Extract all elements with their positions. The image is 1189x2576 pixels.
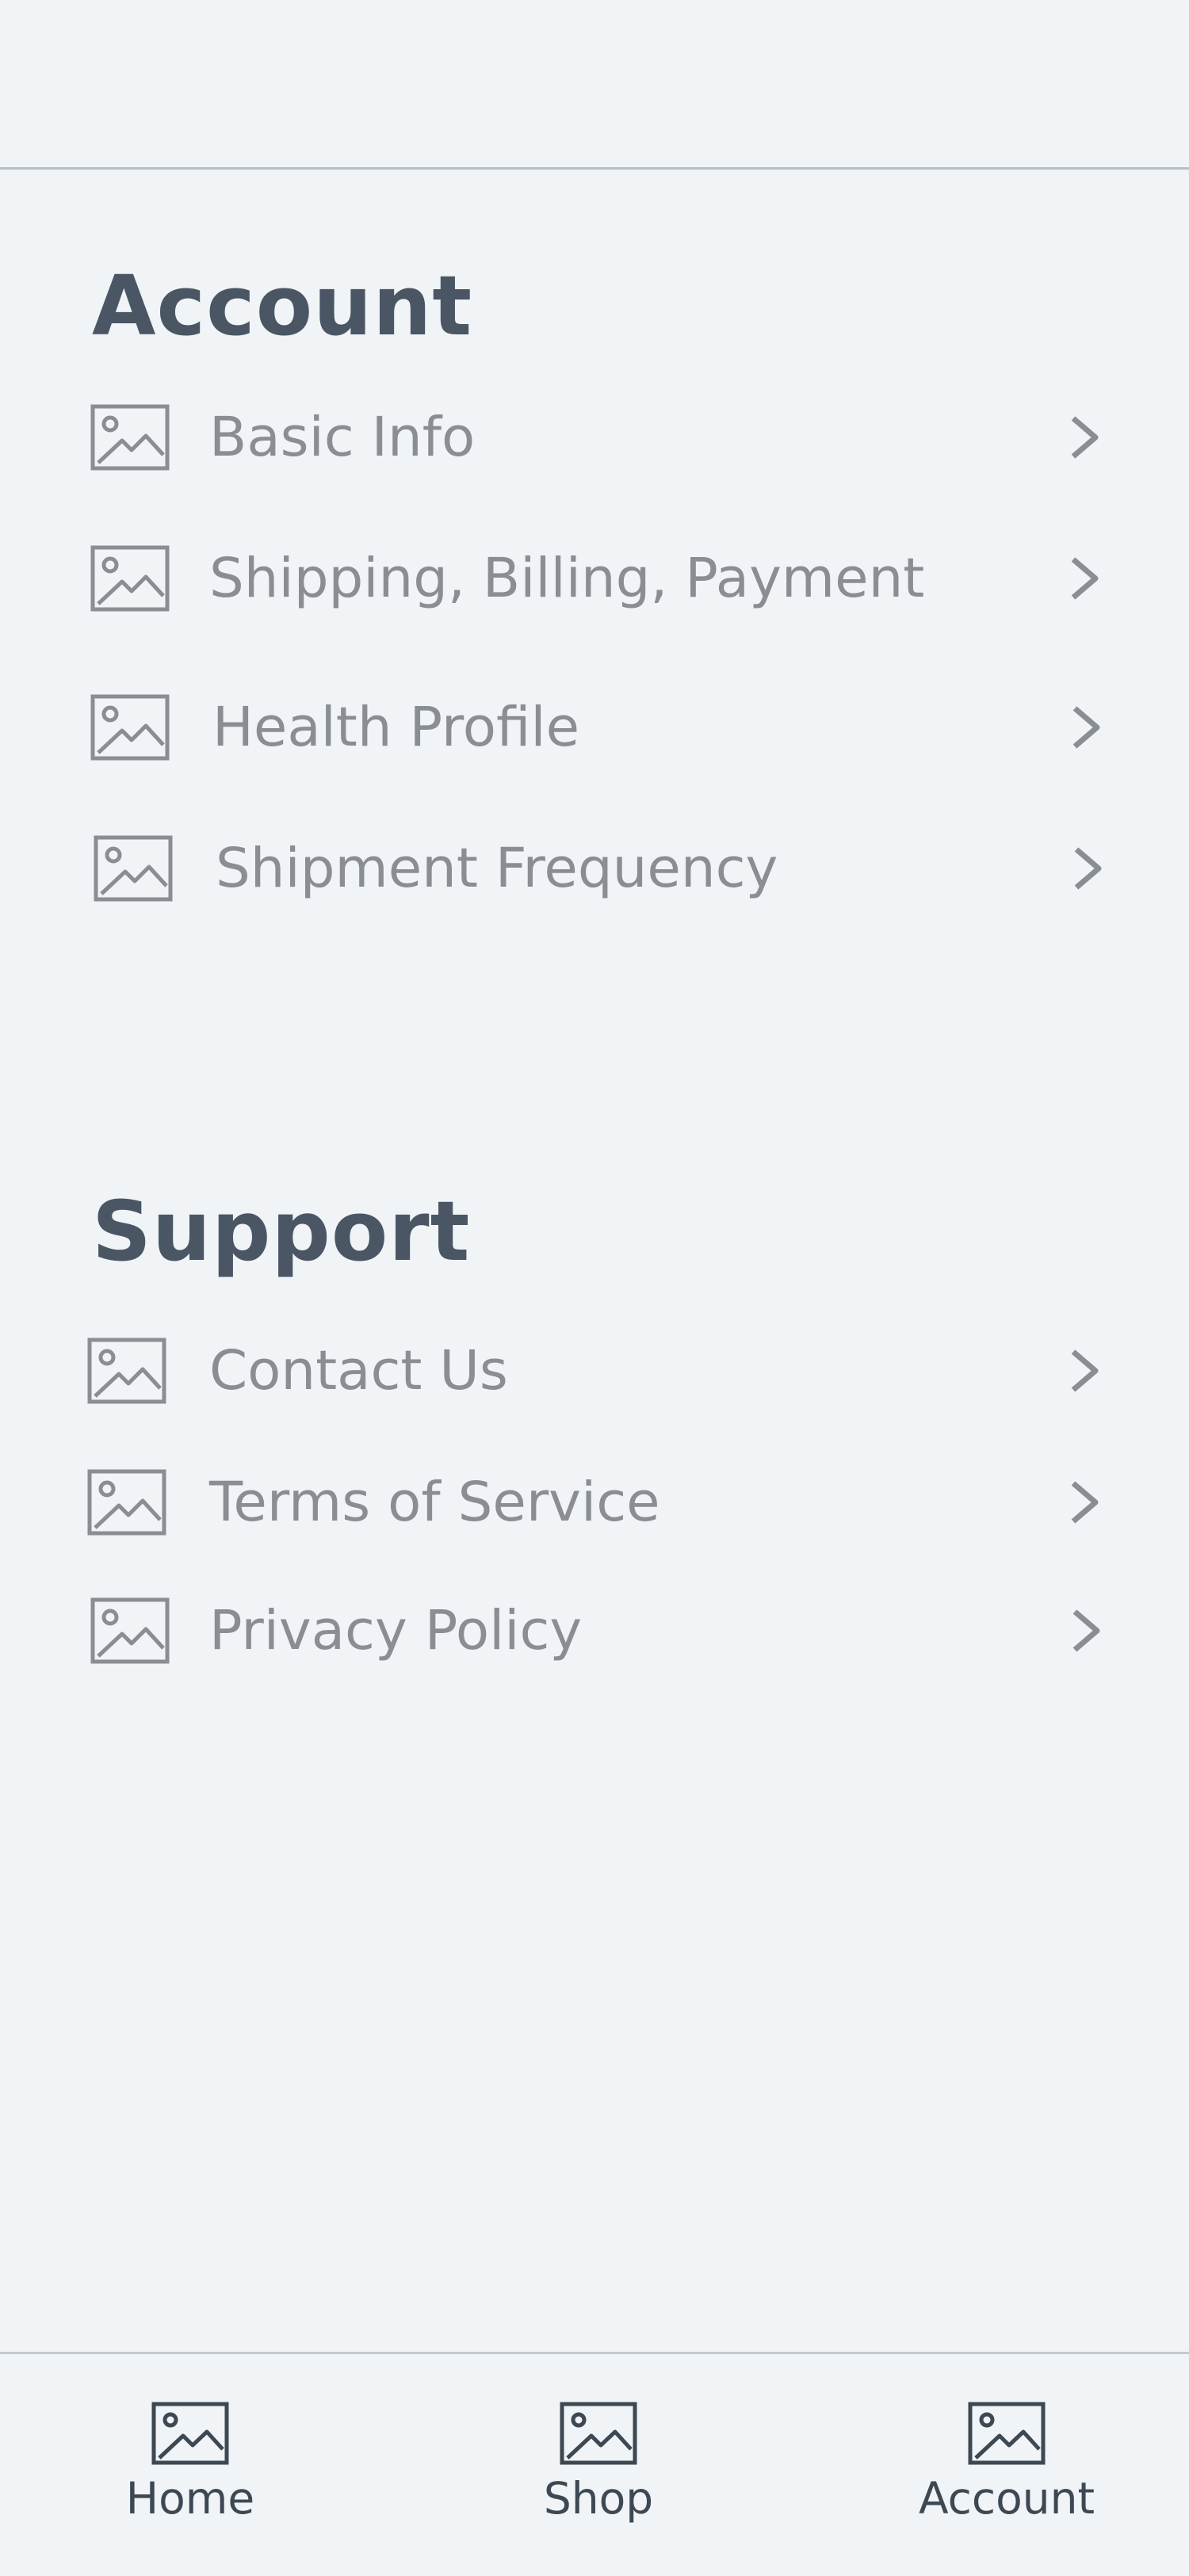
menu-item-health-profile[interactable]: Health Profile xyxy=(0,672,1189,783)
image-placeholder-icon xyxy=(90,694,170,761)
menu-item-label: Health Profile xyxy=(212,696,580,759)
chevron-right-icon xyxy=(1074,847,1102,890)
image-placeholder-icon xyxy=(90,545,170,612)
support-section-title: Support xyxy=(92,1183,471,1280)
menu-item-contact-us[interactable]: Contact Us xyxy=(0,1315,1189,1426)
chevron-right-icon xyxy=(1071,1349,1099,1392)
chevron-right-icon xyxy=(1071,416,1099,459)
nav-tab-label: Home xyxy=(125,2473,255,2524)
nav-tab-shop[interactable]: Shop xyxy=(480,2354,717,2576)
menu-item-label: Contact Us xyxy=(209,1339,508,1402)
image-placeholder-icon xyxy=(94,835,173,902)
menu-item-terms-of-service[interactable]: Terms of Service xyxy=(0,1447,1189,1558)
nav-tab-home[interactable]: Home xyxy=(71,2354,309,2576)
menu-item-label: Shipping, Billing, Payment xyxy=(209,547,925,610)
menu-item-privacy-policy[interactable]: Privacy Policy xyxy=(0,1575,1189,1686)
menu-item-basic-info[interactable]: Basic Info xyxy=(0,382,1189,493)
image-placeholder-icon xyxy=(90,404,170,471)
image-placeholder-icon xyxy=(90,1597,170,1664)
image-placeholder-icon xyxy=(87,1338,166,1404)
menu-item-shipment-frequency[interactable]: Shipment Frequency xyxy=(0,813,1189,924)
chevron-right-icon xyxy=(1071,1481,1099,1524)
menu-item-label: Terms of Service xyxy=(209,1471,660,1534)
menu-item-label: Shipment Frequency xyxy=(216,837,778,900)
top-header-bar xyxy=(0,0,1189,170)
image-placeholder-icon xyxy=(151,2402,229,2465)
menu-item-label: Basic Info xyxy=(209,406,476,469)
account-section-title: Account xyxy=(92,258,473,354)
nav-tab-label: Shop xyxy=(543,2473,654,2524)
chevron-right-icon xyxy=(1071,557,1099,600)
nav-tab-label: Account xyxy=(918,2473,1095,2524)
chevron-right-icon xyxy=(1072,1609,1100,1652)
nav-tab-account[interactable]: Account xyxy=(888,2354,1126,2576)
menu-item-shipping-billing-payment[interactable]: Shipping, Billing, Payment xyxy=(0,523,1189,634)
chevron-right-icon xyxy=(1072,706,1100,749)
image-placeholder-icon xyxy=(87,1469,166,1536)
menu-item-label: Privacy Policy xyxy=(209,1599,583,1662)
bottom-nav-bar: Home Shop Account xyxy=(0,2352,1189,2574)
image-placeholder-icon xyxy=(968,2402,1046,2465)
image-placeholder-icon xyxy=(560,2402,637,2465)
